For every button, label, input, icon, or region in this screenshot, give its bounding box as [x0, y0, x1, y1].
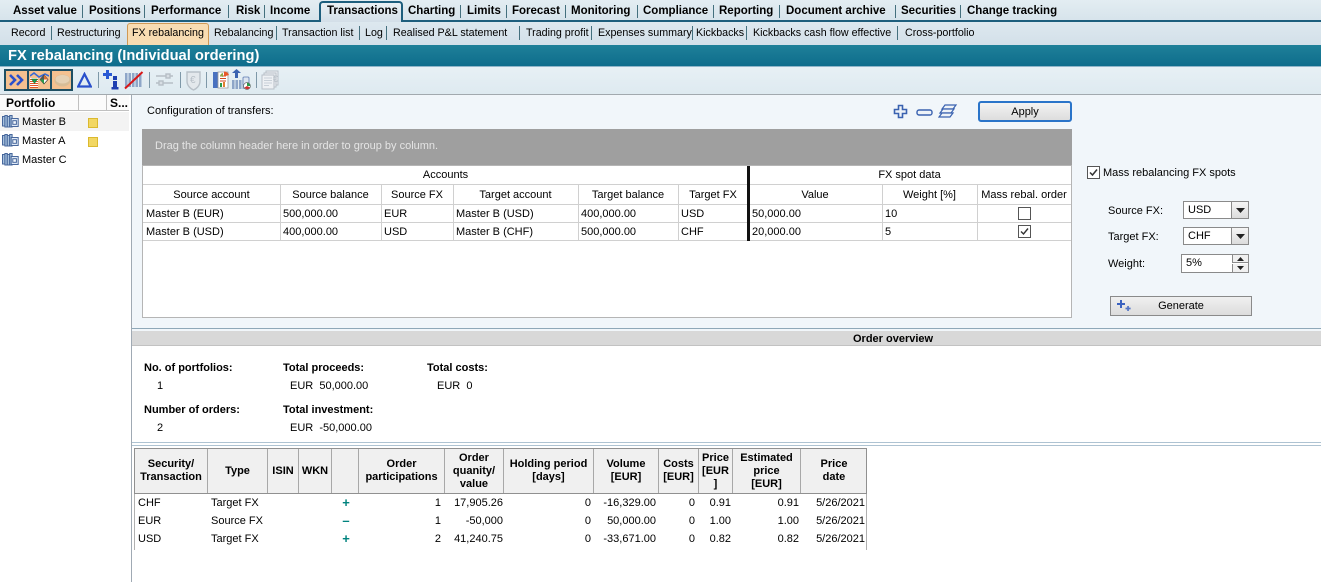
svg-text:€: €	[190, 75, 196, 86]
svg-text:€: €	[273, 74, 278, 84]
